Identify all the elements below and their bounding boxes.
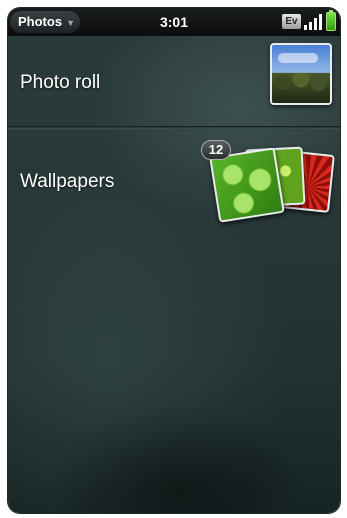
album-row-photo-roll[interactable]: Photo roll — [8, 36, 340, 126]
album-label: Wallpapers — [20, 171, 115, 192]
photos-app-screen: Photos ▼ 3:01 Ev Photo roll Wallpapers 12 — [8, 8, 340, 513]
battery-icon — [326, 10, 336, 31]
signal-bars-icon — [304, 14, 324, 30]
photo-roll-thumbnail — [270, 43, 332, 105]
wallpapers-thumbnail-stack: 12 — [201, 138, 338, 223]
photo-count-badge: 12 — [201, 140, 231, 160]
network-type-badge: Ev — [282, 14, 301, 29]
status-bar: Photos ▼ 3:01 Ev — [8, 8, 340, 36]
album-label: Photo roll — [20, 72, 101, 93]
album-row-wallpapers[interactable]: Wallpapers 12 — [8, 130, 340, 230]
